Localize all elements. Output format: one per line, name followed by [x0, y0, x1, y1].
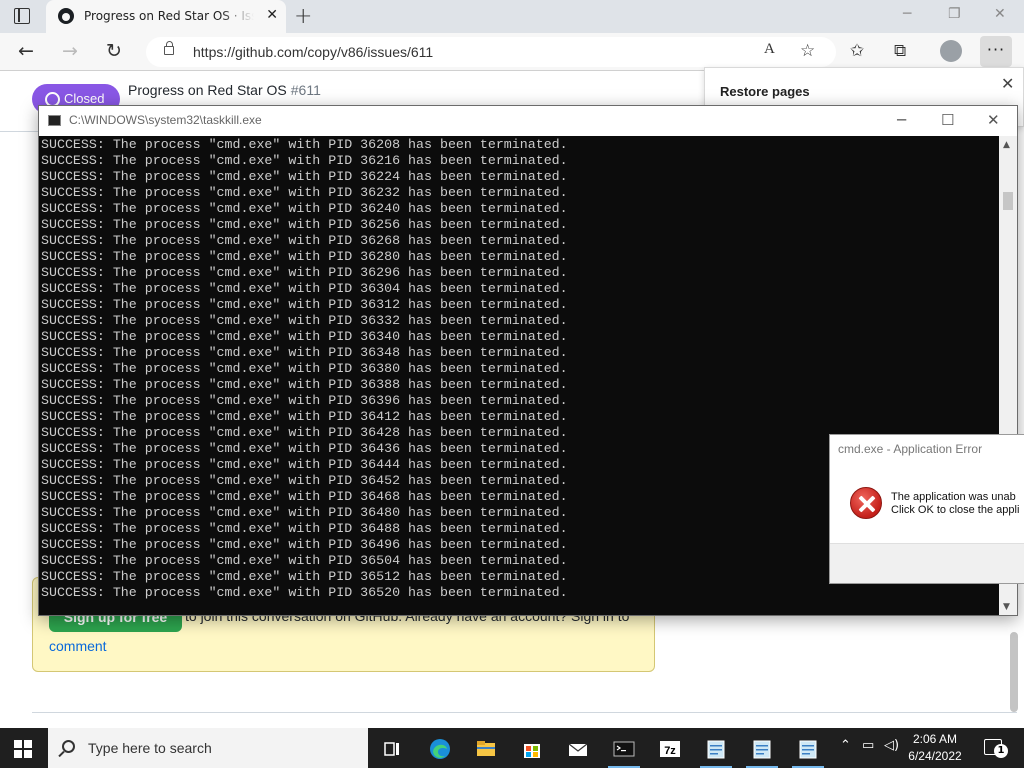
browser-tab[interactable]: Progress on Red Star OS · Issue #611 · c… — [46, 0, 286, 33]
windows-start-icon[interactable] — [14, 740, 32, 758]
tab-close-icon[interactable]: ✕ — [266, 7, 278, 23]
issue-title-text: Progress on Red Star OS — [128, 82, 287, 98]
console-line: SUCCESS: The process "cmd.exe" with PID … — [41, 313, 568, 328]
back-icon[interactable]: ← — [18, 40, 34, 62]
clock-time: 2:06 AM — [912, 732, 958, 746]
github-favicon-icon — [58, 8, 74, 24]
show-hidden-icons-icon[interactable]: ⌃ — [840, 738, 851, 753]
console-line: SUCCESS: The process "cmd.exe" with PID … — [41, 585, 568, 600]
task-view-icon[interactable] — [372, 732, 412, 766]
add-favorite-icon[interactable]: ☆ — [800, 41, 815, 61]
clock-date: 6/24/2022 — [908, 749, 962, 763]
notepad-icon[interactable] — [788, 732, 828, 768]
dialog-message: The application was unab Click OK to clo… — [891, 491, 1019, 517]
console-line: SUCCESS: The process "cmd.exe" with PID … — [41, 233, 568, 248]
close-window-icon[interactable]: ✕ — [994, 6, 1006, 22]
taskbar-search[interactable]: Type here to search — [48, 728, 368, 768]
taskbar-clock[interactable]: 2:06 AM 6/24/2022 — [900, 731, 970, 765]
page-scrollbar[interactable] — [1010, 632, 1018, 712]
console-line: SUCCESS: The process "cmd.exe" with PID … — [41, 297, 568, 312]
read-aloud-icon[interactable]: A — [764, 41, 775, 58]
url-text[interactable]: https://github.com/copy/v86/issues/611 — [193, 44, 433, 60]
scroll-up-icon[interactable]: ▲ — [1003, 140, 1010, 150]
7zip-icon[interactable]: 7z — [650, 732, 690, 766]
forward-icon: → — [62, 40, 78, 62]
mail-icon[interactable] — [558, 732, 598, 766]
console-title: C:\WINDOWS\system32\taskkill.exe — [69, 113, 262, 127]
console-line: SUCCESS: The process "cmd.exe" with PID … — [41, 329, 568, 344]
file-explorer-icon[interactable] — [466, 732, 506, 766]
close-icon[interactable]: ✕ — [1001, 74, 1014, 93]
console-line: SUCCESS: The process "cmd.exe" with PID … — [41, 265, 568, 280]
scroll-down-icon[interactable]: ▼ — [1003, 602, 1010, 612]
console-line: SUCCESS: The process "cmd.exe" with PID … — [41, 185, 568, 200]
edge-icon[interactable] — [420, 732, 460, 766]
signin-link[interactable]: comment — [49, 638, 107, 654]
issue-number: #611 — [290, 82, 321, 98]
address-bar[interactable]: https://github.com/copy/v86/issues/611 — [146, 37, 836, 67]
console-line: SUCCESS: The process "cmd.exe" with PID … — [41, 345, 568, 360]
profile-avatar[interactable] — [940, 40, 962, 62]
dialog-footer — [830, 543, 1024, 583]
issue-title: Progress on Red Star OS #611 — [128, 82, 321, 98]
search-placeholder[interactable]: Type here to search — [88, 740, 212, 756]
application-error-dialog: cmd.exe - Application Error The applicat… — [829, 434, 1024, 584]
restore-pages-title: Restore pages — [720, 84, 810, 99]
console-line: SUCCESS: The process "cmd.exe" with PID … — [41, 201, 568, 216]
scroll-thumb[interactable] — [1003, 192, 1013, 210]
dialog-title: cmd.exe - Application Error — [838, 442, 983, 456]
restore-icon[interactable]: ❐ — [948, 6, 961, 22]
search-icon — [62, 740, 75, 753]
new-tab-button[interactable]: + — [294, 4, 312, 29]
notification-count: 1 — [994, 744, 1008, 758]
refresh-icon[interactable]: ↻ — [106, 40, 122, 62]
store-icon[interactable] — [512, 732, 552, 766]
maximize-icon[interactable]: ☐ — [941, 111, 954, 129]
console-line: SUCCESS: The process "cmd.exe" with PID … — [41, 377, 568, 392]
console-line: SUCCESS: The process "cmd.exe" with PID … — [41, 169, 568, 184]
console-line: SUCCESS: The process "cmd.exe" with PID … — [41, 249, 568, 264]
console-titlebar[interactable]: C:\WINDOWS\system32\taskkill.exe ─ ☐ ✕ — [39, 106, 1017, 136]
browser-toolbar: ← → ↻ https://github.com/copy/v86/issues… — [0, 33, 1024, 71]
console-line: SUCCESS: The process "cmd.exe" with PID … — [41, 153, 568, 168]
notepad-icon[interactable] — [696, 732, 736, 768]
terminal-icon[interactable] — [604, 732, 644, 768]
close-icon[interactable]: ✕ — [987, 111, 1000, 129]
collections-icon[interactable]: ⧉ — [894, 41, 906, 61]
error-icon — [850, 487, 882, 519]
minimize-icon[interactable]: ─ — [897, 111, 906, 129]
console-line: SUCCESS: The process "cmd.exe" with PID … — [41, 281, 568, 296]
favorites-icon[interactable]: ✩ — [850, 41, 864, 61]
console-line: SUCCESS: The process "cmd.exe" with PID … — [41, 409, 568, 424]
divider — [32, 712, 1017, 713]
notepad-icon[interactable] — [742, 732, 782, 768]
console-app-icon — [48, 115, 61, 126]
browser-tabstrip: Progress on Red Star OS · Issue #611 · c… — [0, 0, 1024, 33]
settings-more-button[interactable]: ··· — [980, 36, 1012, 67]
console-line: SUCCESS: The process "cmd.exe" with PID … — [41, 361, 568, 376]
svg-text:7z: 7z — [664, 745, 676, 757]
console-line: SUCCESS: The process "cmd.exe" with PID … — [41, 217, 568, 232]
console-line: SUCCESS: The process "cmd.exe" with PID … — [41, 393, 568, 408]
volume-icon[interactable]: ◁) — [884, 738, 899, 753]
network-icon[interactable]: ▭ — [862, 738, 874, 753]
dialog-message-line: The application was unab — [891, 491, 1016, 503]
tab-actions-icon[interactable] — [14, 8, 30, 24]
taskbar: Type here to search 7z ⌃ ▭ ◁) 2:06 AM 6/… — [0, 728, 1024, 768]
console-line: SUCCESS: The process "cmd.exe" with PID … — [41, 137, 568, 152]
lock-icon[interactable] — [164, 41, 174, 55]
tab-title: Progress on Red Star OS · Issue #611 · c… — [84, 9, 254, 23]
minimize-icon[interactable]: ─ — [903, 6, 911, 22]
dialog-message-line: Click OK to close the appli — [891, 504, 1020, 516]
